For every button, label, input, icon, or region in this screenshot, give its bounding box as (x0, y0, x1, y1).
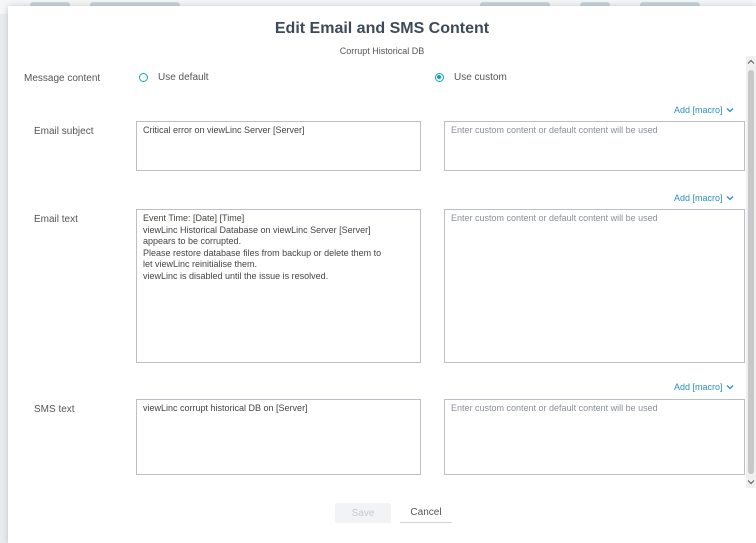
email-text-line: viewLinc is disabled until the issue is … (143, 270, 329, 281)
cancel-button[interactable]: Cancel (400, 503, 452, 523)
email-subject-label: Email subject (34, 126, 94, 137)
dialog-scrollbar[interactable] (746, 56, 756, 488)
sms-text-label: SMS text (34, 404, 75, 415)
use-custom-radio[interactable]: Use custom (435, 72, 507, 83)
email-text-line: appears to be corrupted. (143, 236, 242, 246)
email-subject-custom-input[interactable]: Enter custom content or default content … (444, 121, 745, 171)
email-subject-default-field: Critical error on viewLinc Server [Serve… (136, 121, 421, 171)
email-text-placeholder: Enter custom content or default content … (451, 213, 658, 223)
dialog-title: Edit Email and SMS Content (274, 20, 490, 37)
add-macro-email-text-link[interactable]: Add [macro] (674, 193, 734, 203)
email-text-line: Event Time: [Date] [Time] (143, 213, 245, 223)
scrollbar-thumb[interactable] (748, 70, 754, 474)
radio-checked-icon (435, 73, 444, 82)
add-macro-subject-link[interactable]: Add [macro] (674, 105, 734, 115)
use-default-label: Use default (158, 72, 209, 83)
use-default-radio[interactable]: Use default (139, 72, 209, 83)
chevron-down-icon (726, 108, 733, 113)
email-text-custom-input[interactable]: Enter custom content or default content … (444, 209, 745, 363)
add-macro-label: Add [macro] (674, 382, 723, 392)
message-content-label: Message content (24, 73, 101, 84)
sms-text-placeholder: Enter custom content or default content … (451, 403, 658, 413)
email-subject-default-text: Critical error on viewLinc Server [Serve… (143, 125, 305, 135)
edit-content-dialog: Edit Email and SMS Content Corrupt Histo… (8, 6, 756, 543)
add-macro-label: Add [macro] (674, 193, 723, 203)
email-subject-placeholder: Enter custom content or default content … (451, 125, 658, 135)
chevron-down-icon (726, 385, 733, 390)
sms-text-default-text: viewLinc corrupt historical DB on [Serve… (143, 403, 308, 413)
email-text-label: Email text (34, 214, 78, 225)
add-macro-sms-link[interactable]: Add [macro] (674, 382, 734, 392)
sms-text-custom-input[interactable]: Enter custom content or default content … (444, 399, 745, 475)
email-text-line: Please restore database files from backu… (143, 247, 382, 258)
email-text-line: let viewLinc reinitialise them. (143, 259, 258, 269)
dialog-subtitle: Corrupt Historical DB (339, 46, 425, 56)
email-text-default-field: Event Time: [Date] [Time] viewLinc Histo… (136, 209, 421, 363)
scroll-down-arrow-icon[interactable] (747, 478, 755, 486)
add-macro-label: Add [macro] (674, 105, 723, 115)
chevron-down-icon (726, 196, 733, 201)
save-button[interactable]: Save (335, 503, 391, 523)
email-text-line: viewLinc Historical Database on viewLinc… (143, 224, 371, 235)
use-custom-label: Use custom (454, 72, 507, 83)
scroll-up-arrow-icon[interactable] (747, 58, 755, 66)
sms-text-default-field: viewLinc corrupt historical DB on [Serve… (136, 399, 421, 475)
radio-unchecked-icon (139, 73, 148, 82)
